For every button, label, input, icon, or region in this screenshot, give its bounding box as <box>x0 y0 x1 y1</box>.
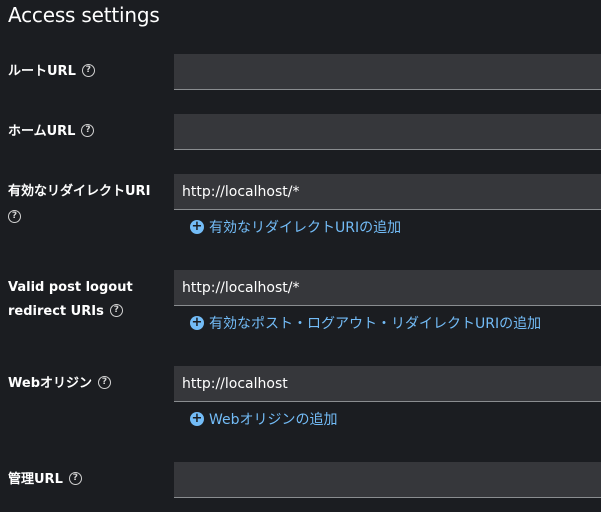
plus-circle-icon: + <box>190 315 204 330</box>
web-origins-field[interactable] <box>174 366 601 402</box>
add-web-origin-text: Webオリジンの追加 <box>209 412 338 428</box>
help-icon[interactable]: ? <box>81 124 95 137</box>
add-redirect-uri-text: 有効なリダイレクトURIの追加 <box>209 220 402 236</box>
add-post-logout-text: 有効なポスト・ログアウト・リダイレクトURIの追加 <box>209 316 542 332</box>
help-icon[interactable]: ? <box>81 64 95 77</box>
redirect-uri-label-text: 有効なリダイレクトURI <box>8 184 151 199</box>
plus-circle-icon: + <box>190 219 204 234</box>
post-logout-label-line2: redirect URIs? <box>8 300 123 324</box>
post-logout-label-line1: Valid post logout <box>8 280 133 295</box>
post-logout-label-text: redirect URIs <box>8 304 104 319</box>
admin-url-label-text: 管理URL <box>8 472 63 487</box>
add-redirect-uri-link[interactable]: + 有効なリダイレクトURIの追加 <box>190 217 401 237</box>
redirect-uri-field[interactable] <box>174 174 601 210</box>
add-web-origin-link[interactable]: + Webオリジンの追加 <box>190 409 338 429</box>
post-logout-input[interactable] <box>174 270 601 305</box>
access-settings-panel: Access settings ルートURL? ホームURL? 有効なリダイレク… <box>0 0 601 512</box>
admin-url-label: 管理URL? <box>8 468 82 492</box>
help-icon[interactable]: ? <box>98 376 111 389</box>
help-icon[interactable]: ? <box>8 210 21 223</box>
post-logout-field[interactable] <box>174 270 601 306</box>
root-url-input[interactable] <box>174 54 601 89</box>
help-icon[interactable]: ? <box>109 304 123 317</box>
home-url-input[interactable] <box>174 114 601 149</box>
web-origins-input[interactable] <box>174 366 601 401</box>
redirect-uri-label: 有効なリダイレクトURI <box>8 180 150 204</box>
section-title: Access settings <box>8 3 160 27</box>
plus-circle-icon: + <box>190 411 204 426</box>
root-url-label-text: ルートURL <box>8 64 76 79</box>
root-url-label: ルートURL? <box>8 60 95 84</box>
help-icon[interactable]: ? <box>68 472 82 485</box>
web-origins-label-text: Webオリジン <box>8 376 92 391</box>
admin-url-input[interactable] <box>174 462 601 497</box>
home-url-label: ホームURL? <box>8 120 95 144</box>
home-url-label-text: ホームURL <box>8 124 76 139</box>
home-url-field[interactable] <box>174 114 601 150</box>
web-origins-label: Webオリジン? <box>8 372 111 396</box>
admin-url-field[interactable] <box>174 462 601 498</box>
root-url-field[interactable] <box>174 54 601 90</box>
redirect-uri-help-row: ? <box>8 206 21 230</box>
redirect-uri-input[interactable] <box>174 174 601 209</box>
add-post-logout-link[interactable]: + 有効なポスト・ログアウト・リダイレクトURIの追加 <box>190 313 541 333</box>
